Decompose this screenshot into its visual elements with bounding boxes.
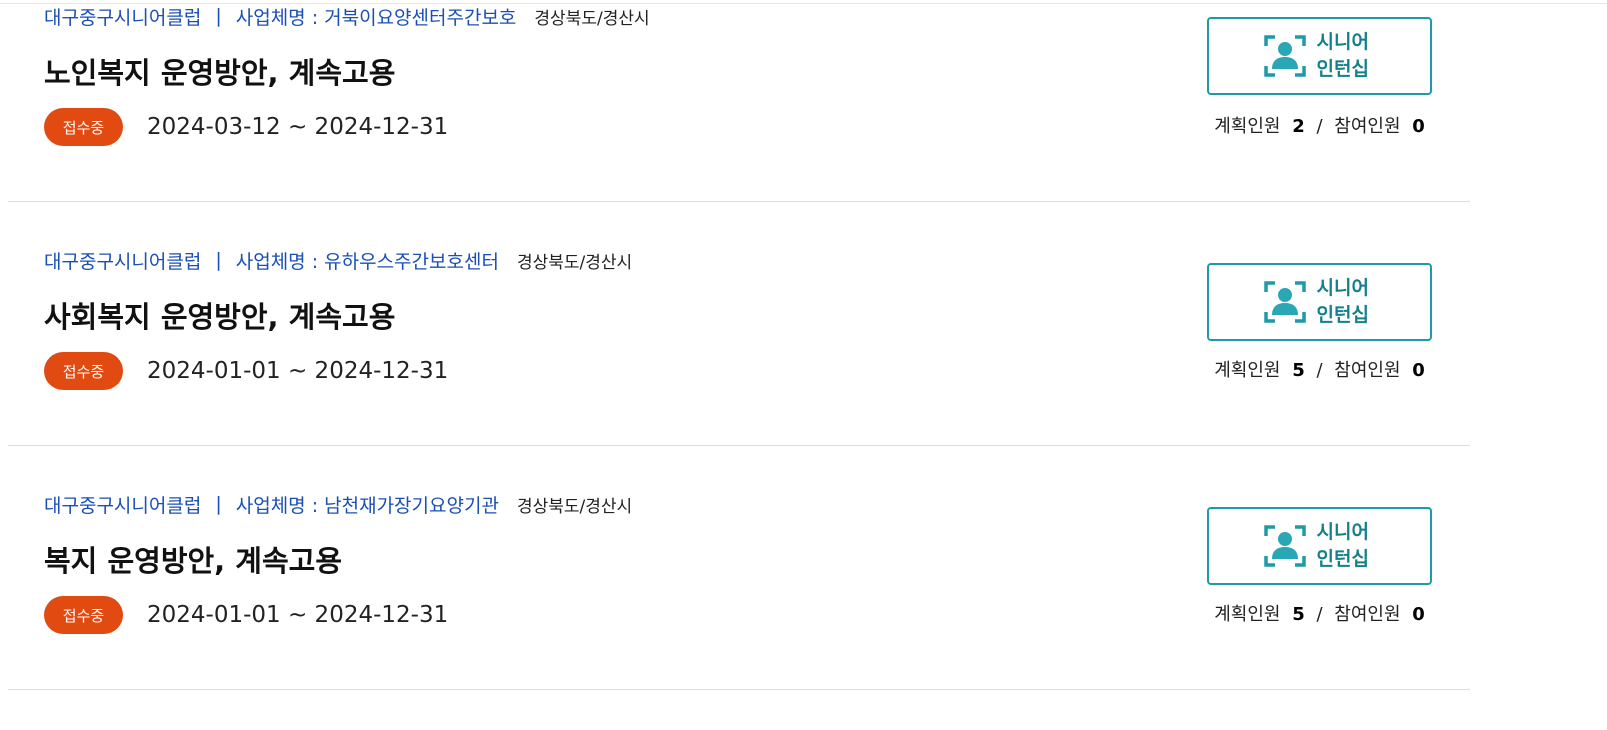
list-item[interactable]: 대구중구시니어클럽 | 사업체명 : 남천재가장기요양기관 경상북도/경산시 복…	[8, 446, 1470, 690]
type-line-2: 인턴십	[1316, 58, 1369, 80]
type-line-2: 인턴십	[1316, 304, 1369, 326]
type-line-1: 시니어	[1316, 31, 1369, 53]
status-row: 접수중 2024-01-01 ~ 2024-12-31	[44, 596, 448, 634]
joined-count: 0	[1412, 604, 1425, 625]
status-badge: 접수중	[44, 108, 123, 146]
recruit-period: 2024-01-01 ~ 2024-12-31	[147, 602, 449, 628]
senior-person-frame-icon	[1263, 525, 1306, 567]
senior-person-frame-icon	[1263, 35, 1306, 77]
program-type-button[interactable]: 시니어 인턴십	[1207, 507, 1432, 585]
club-name[interactable]: 대구중구시니어클럽	[44, 3, 201, 30]
planned-count: 5	[1292, 604, 1305, 625]
headcount: 계획인원 5 / 참여인원 0	[1207, 600, 1432, 626]
planned-label: 계획인원	[1214, 604, 1281, 625]
list-item[interactable]: 대구중구시니어클럽 | 사업체명 : 유하우스주간보호센터 경상북도/경산시 사…	[8, 202, 1470, 446]
region-label: 경상북도/경산시	[516, 496, 633, 517]
type-line-2: 인턴십	[1316, 548, 1369, 570]
joined-count: 0	[1412, 360, 1425, 381]
program-type-button[interactable]: 시니어 인턴십	[1207, 17, 1432, 95]
count-separator: /	[1316, 360, 1323, 381]
item-meta: 대구중구시니어클럽 | 사업체명 : 거북이요양센터주간보호 경상북도/경산시	[44, 0, 650, 34]
type-line-1: 시니어	[1316, 521, 1369, 543]
job-list: 대구중구시니어클럽 | 사업체명 : 거북이요양센터주간보호 경상북도/경산시 …	[8, 0, 1470, 690]
status-badge: 접수중	[44, 352, 123, 390]
headcount: 계획인원 5 / 참여인원 0	[1207, 356, 1432, 382]
meta-separator: |	[215, 249, 222, 271]
joined-label: 참여인원	[1334, 360, 1401, 381]
recruit-period: 2024-01-01 ~ 2024-12-31	[147, 358, 449, 384]
job-title[interactable]: 복지 운영방안, 계속고용	[44, 538, 342, 580]
item-meta: 대구중구시니어클럽 | 사업체명 : 남천재가장기요양기관 경상북도/경산시	[44, 486, 632, 522]
item-meta: 대구중구시니어클럽 | 사업체명 : 유하우스주간보호센터 경상북도/경산시	[44, 242, 632, 278]
joined-label: 참여인원	[1334, 116, 1401, 137]
meta-separator: |	[215, 493, 222, 515]
business-name[interactable]: 사업체명 : 유하우스주간보호센터	[236, 247, 499, 274]
job-title[interactable]: 사회복지 운영방안, 계속고용	[44, 294, 395, 336]
job-title[interactable]: 노인복지 운영방안, 계속고용	[44, 50, 395, 92]
status-row: 접수중 2024-03-12 ~ 2024-12-31	[44, 108, 448, 146]
club-name[interactable]: 대구중구시니어클럽	[44, 247, 201, 274]
program-type-label: 시니어 인턴십	[1317, 519, 1377, 573]
club-name[interactable]: 대구중구시니어클럽	[44, 491, 201, 518]
planned-label: 계획인원	[1214, 116, 1281, 137]
type-line-1: 시니어	[1316, 277, 1369, 299]
region-label: 경상북도/경산시	[534, 8, 650, 29]
business-name[interactable]: 사업체명 : 거북이요양센터주간보호	[236, 3, 517, 30]
list-item[interactable]: 대구중구시니어클럽 | 사업체명 : 거북이요양센터주간보호 경상북도/경산시 …	[8, 0, 1470, 202]
planned-count: 5	[1292, 360, 1305, 381]
recruit-period: 2024-03-12 ~ 2024-12-31	[147, 114, 449, 140]
meta-separator: |	[215, 5, 222, 27]
count-separator: /	[1316, 604, 1323, 625]
count-separator: /	[1316, 116, 1323, 137]
status-badge: 접수중	[44, 596, 123, 634]
headcount: 계획인원 2 / 참여인원 0	[1207, 112, 1432, 138]
joined-label: 참여인원	[1334, 604, 1401, 625]
program-type-label: 시니어 인턴십	[1317, 29, 1377, 83]
status-row: 접수중 2024-01-01 ~ 2024-12-31	[44, 352, 448, 390]
program-type-label: 시니어 인턴십	[1317, 275, 1377, 329]
planned-count: 2	[1292, 116, 1305, 137]
planned-label: 계획인원	[1214, 360, 1281, 381]
senior-person-frame-icon	[1263, 281, 1306, 323]
program-type-button[interactable]: 시니어 인턴십	[1207, 263, 1432, 341]
business-name[interactable]: 사업체명 : 남천재가장기요양기관	[236, 491, 499, 518]
region-label: 경상북도/경산시	[516, 252, 633, 273]
joined-count: 0	[1412, 116, 1425, 137]
